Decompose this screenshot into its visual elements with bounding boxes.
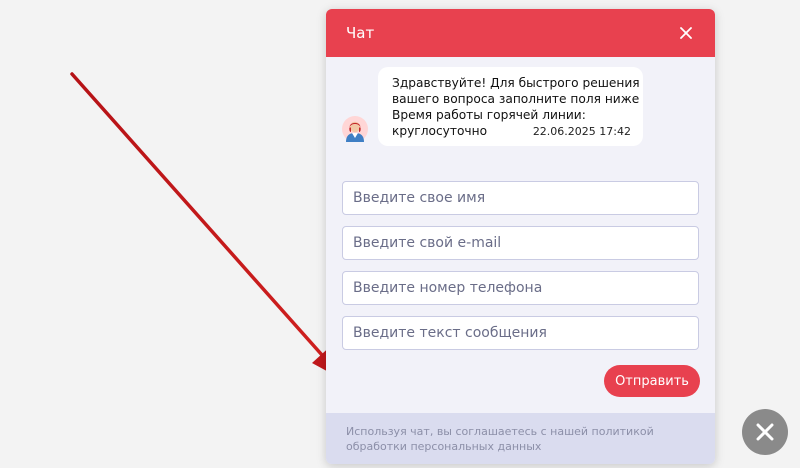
- name-input[interactable]: [342, 181, 699, 215]
- send-button[interactable]: Отправить: [604, 365, 700, 397]
- close-icon: [756, 423, 774, 441]
- message-line: круглосуточно: [392, 124, 488, 138]
- message-footer: круглосуточно 22.06.2025 17:42: [392, 123, 631, 140]
- chat-header: Чат: [326, 9, 715, 57]
- contact-form: [342, 181, 699, 361]
- message-line: вашего вопроса заполните поля ниже: [392, 92, 640, 106]
- message-line: Здравствуйте! Для быстрого решения: [392, 76, 640, 90]
- message-row: Здравствуйте! Для быстрого решения вашег…: [342, 67, 643, 146]
- chat-window: Чат Здравствуйте! Для быстрого решения в…: [326, 9, 715, 464]
- close-chat-fab[interactable]: [742, 409, 788, 455]
- chat-title: Чат: [346, 24, 375, 42]
- close-icon[interactable]: [677, 24, 695, 42]
- message-input[interactable]: [342, 316, 699, 350]
- privacy-notice: Используя чат, вы соглашаетесь с нашей п…: [326, 413, 715, 464]
- email-input[interactable]: [342, 226, 699, 260]
- phone-input[interactable]: [342, 271, 699, 305]
- operator-avatar: [342, 116, 368, 142]
- message-bubble: Здравствуйте! Для быстрого решения вашег…: [378, 67, 643, 146]
- page: Чат Здравствуйте! Для быстрого решения в…: [0, 0, 800, 468]
- message-timestamp: 22.06.2025 17:42: [532, 125, 631, 138]
- message-line: Время работы горячей линии:: [392, 108, 586, 122]
